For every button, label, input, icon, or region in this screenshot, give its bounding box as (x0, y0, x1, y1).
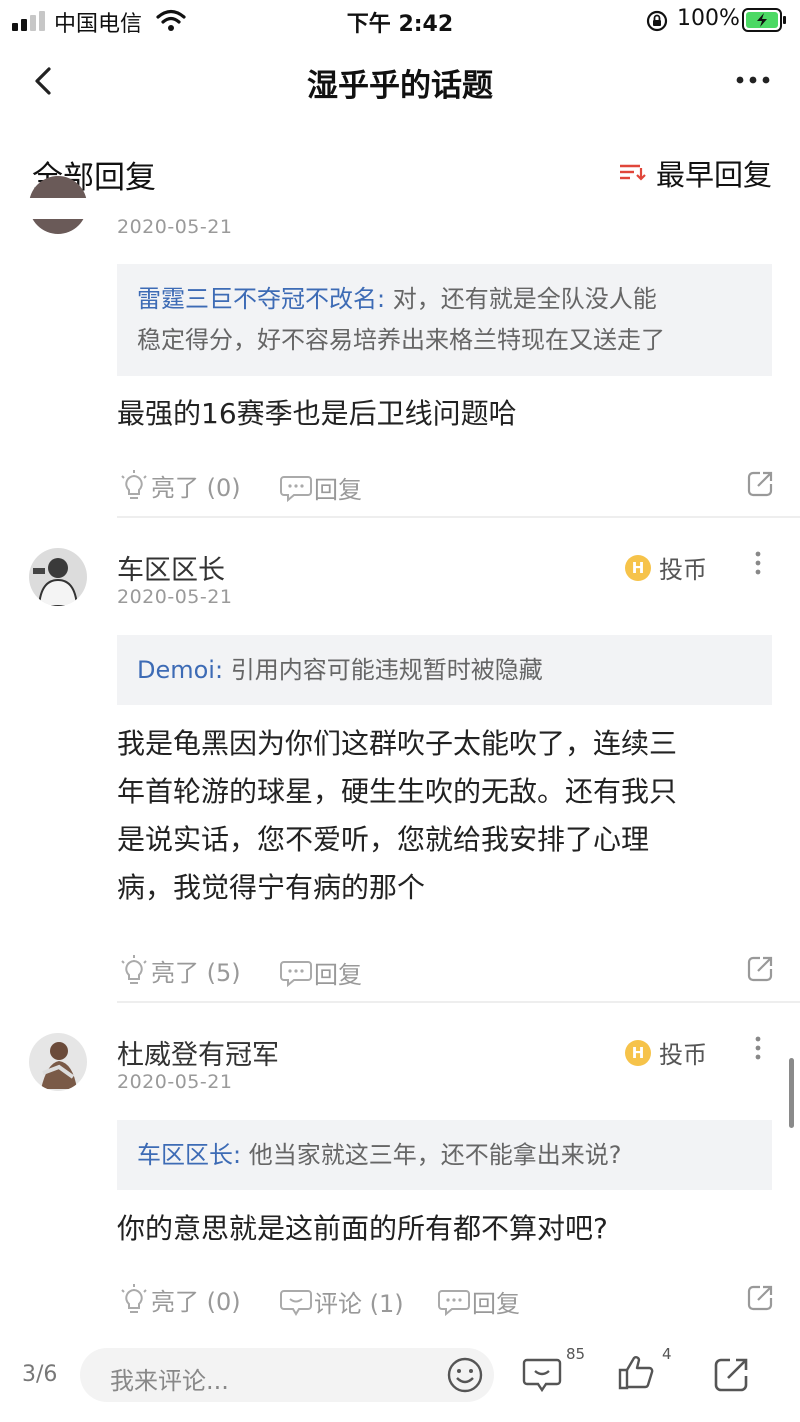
reply-label: 回复 (314, 961, 362, 989)
share-page-button[interactable] (712, 1356, 750, 1394)
reply-line: 是说实话，您不爱听，您就给我安排了心理 (117, 823, 650, 856)
share-button[interactable] (746, 1284, 774, 1312)
quote-text: 对，还有就是全队没人能 (385, 285, 657, 313)
share-icon (747, 956, 773, 982)
post-menu-button[interactable] (753, 1035, 763, 1061)
light-count: 亮了 (0) (151, 1288, 241, 1316)
quoted-reply[interactable]: Demoi: 引用内容可能违规暂时被隐藏 (117, 635, 772, 705)
reply-line: 你的意思就是这前面的所有都不算对吧? (117, 1212, 608, 1245)
likes-count-badge: 4 (662, 1345, 672, 1363)
reply-line: 年首轮游的球星，硬生生吹的无敌。还有我只 (117, 775, 678, 808)
post-menu-button[interactable] (753, 550, 763, 576)
coin-button[interactable]: H 投币 (625, 550, 707, 585)
quote-text: 引用内容可能违规暂时被隐藏 (223, 656, 543, 684)
post-date: 2020-05-21 (117, 1071, 233, 1093)
comments-button[interactable] (522, 1356, 562, 1394)
comment-bubble-icon (280, 1289, 312, 1316)
comment-bubble-icon (522, 1358, 562, 1393)
emoji-button[interactable] (446, 1356, 484, 1394)
comment-placeholder: 我来评论... (110, 1367, 229, 1395)
post-date: 2020-05-21 (117, 216, 233, 238)
quoted-reply[interactable]: 雷霆三巨不夺冠不改名: 对，还有就是全队没人能 稳定得分，好不容易培养出来格兰特… (117, 264, 772, 376)
scrollbar[interactable] (789, 1058, 794, 1128)
more-button[interactable] (736, 74, 770, 86)
light-count: 亮了 (0) (151, 474, 241, 502)
avatar[interactable] (29, 1033, 87, 1091)
quoted-reply[interactable]: 车区区长: 他当家就这三年，还不能拿出来说? (117, 1120, 772, 1190)
reply-label: 回复 (314, 476, 362, 504)
page-title: 湿乎乎的话题 (307, 68, 493, 104)
share-icon (747, 471, 773, 497)
smiley-icon (447, 1357, 483, 1393)
reply-bubble-icon (280, 960, 312, 987)
share-icon (747, 1285, 773, 1311)
coin-label: 投币 (659, 556, 707, 584)
sort-icon (620, 164, 646, 181)
reply-body: 最强的16赛季也是后卫线问题哈 (117, 390, 757, 438)
coin-button[interactable]: H 投币 (625, 1035, 707, 1070)
comments-count-badge: 85 (566, 1345, 586, 1363)
light-button[interactable]: 亮了 (0) (119, 468, 241, 503)
like-button[interactable] (617, 1352, 657, 1392)
avatar[interactable] (29, 548, 87, 606)
orientation-lock-icon (645, 9, 669, 33)
username[interactable]: 杜威登有冠军 (117, 1033, 279, 1072)
share-icon (714, 1358, 748, 1392)
coin-icon: H (625, 1039, 651, 1066)
reply-body: 你的意思就是这前面的所有都不算对吧? (117, 1205, 757, 1253)
reply-button[interactable]: 回复 (280, 955, 362, 990)
reply-body: 我是龟黑因为你们这群吹子太能吹了，连续三 年首轮游的球星，硬生生吹的无敌。还有我… (117, 720, 757, 912)
more-dots-icon (736, 76, 770, 84)
quote-author[interactable]: 雷霆三巨不夺冠不改名: (137, 285, 385, 313)
vertical-dots-icon (755, 551, 761, 575)
share-button[interactable] (746, 955, 774, 983)
light-button[interactable]: 亮了 (0) (119, 1282, 241, 1317)
reply-divider (117, 516, 800, 518)
coin-label: 投币 (659, 1041, 707, 1069)
reply-bubble-icon (438, 1289, 470, 1316)
share-button[interactable] (746, 470, 774, 498)
reply-line: 最强的16赛季也是后卫线问题哈 (117, 397, 517, 430)
reply-line: 病，我觉得宁有病的那个 (117, 871, 426, 904)
username[interactable]: 车区区长 (117, 548, 225, 587)
comment-count: 评论 (1) (314, 1290, 404, 1318)
comment-button[interactable]: 评论 (1) (280, 1284, 404, 1319)
lightbulb-icon (121, 469, 147, 499)
quote-text: 稳定得分，好不容易培养出来格兰特现在又送走了 (137, 326, 665, 354)
sort-label[interactable]: 最早回复 (656, 152, 772, 194)
thumbs-up-icon (618, 1356, 654, 1390)
lightbulb-icon (121, 954, 147, 984)
reply-button[interactable]: 回复 (280, 470, 362, 505)
lightbulb-icon (121, 1283, 147, 1313)
page-indicator: 3/6 (22, 1362, 58, 1387)
battery-percent: 100% (677, 6, 740, 31)
quote-author[interactable]: 车区区长: (137, 1141, 241, 1169)
reply-label: 回复 (472, 1290, 520, 1318)
vertical-dots-icon (755, 1036, 761, 1060)
quote-text: 他当家就这三年，还不能拿出来说? (241, 1141, 622, 1169)
reply-button[interactable]: 回复 (438, 1284, 520, 1319)
battery-icon (742, 8, 788, 32)
coin-icon: H (625, 554, 651, 581)
reply-line: 我是龟黑因为你们这群吹子太能吹了，连续三 (117, 727, 678, 760)
light-count: 亮了 (5) (151, 959, 241, 987)
reply-divider (117, 1001, 800, 1003)
reply-bubble-icon (280, 475, 312, 502)
light-button[interactable]: 亮了 (5) (119, 953, 241, 988)
post-date: 2020-05-21 (117, 586, 233, 608)
quote-author[interactable]: Demoi: (137, 656, 223, 684)
